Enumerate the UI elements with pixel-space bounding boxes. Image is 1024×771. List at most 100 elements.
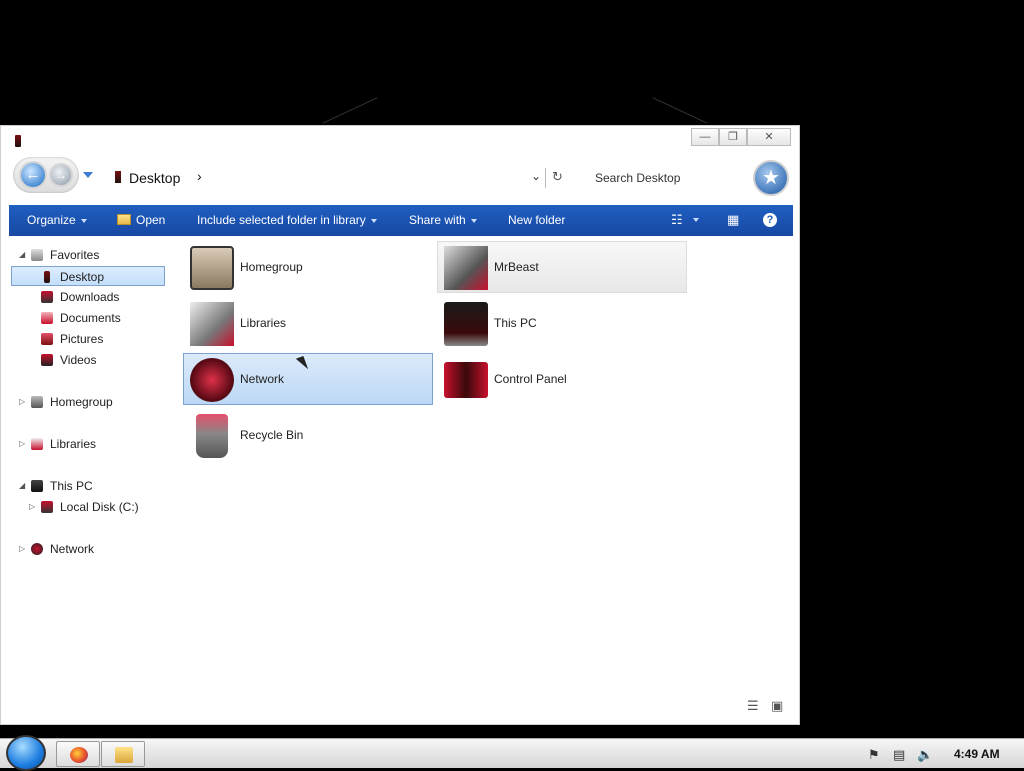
file-explorer-icon: [115, 747, 133, 763]
open-button[interactable]: Open: [117, 213, 165, 227]
open-label: Open: [136, 213, 166, 227]
network-tray-icon[interactable]: ▤: [893, 747, 905, 763]
share-with-button[interactable]: Share with: [409, 213, 477, 227]
pictures-icon: [41, 333, 53, 345]
documents-icon: [41, 312, 53, 324]
item-mrbeast[interactable]: MrBeast: [437, 241, 687, 293]
include-label: Include selected folder in library: [197, 213, 366, 227]
new-folder-button[interactable]: New folder: [508, 213, 565, 227]
expand-arrow-icon[interactable]: ▷: [29, 497, 35, 517]
nav-videos[interactable]: Videos: [11, 350, 165, 370]
videos-icon: [41, 354, 53, 366]
breadcrumb-chevron-icon[interactable]: ›: [197, 168, 202, 184]
action-center-flag-icon[interactable]: ⚑: [868, 747, 880, 763]
volume-icon[interactable]: 🔈: [917, 747, 933, 763]
help-icon[interactable]: ?: [763, 213, 777, 227]
taskbar-firefox-button[interactable]: [56, 741, 100, 767]
share-caret-icon: [470, 218, 477, 223]
organize-caret-icon: [80, 218, 87, 223]
item-control-panel[interactable]: Control Panel: [437, 353, 687, 405]
item-network[interactable]: Network: [183, 353, 433, 405]
control-panel-icon: [444, 362, 488, 398]
close-button[interactable]: ✕: [747, 128, 791, 146]
new-folder-label: New folder: [508, 213, 566, 227]
address-dropdown-icon[interactable]: ⌄: [531, 169, 541, 183]
taskbar-explorer-button[interactable]: [101, 741, 145, 767]
collapse-arrow-icon[interactable]: ◢: [19, 476, 25, 496]
search-input[interactable]: Search Desktop: [595, 171, 680, 185]
address-bar-location[interactable]: Desktop: [129, 170, 180, 186]
nav-this-pc[interactable]: ◢ This PC: [11, 476, 165, 496]
nav-pictures[interactable]: Pictures: [11, 329, 165, 349]
nav-local-disk[interactable]: ▷ Local Disk (C:): [11, 497, 165, 517]
item-mrbeast-label: MrBeast: [494, 260, 539, 274]
network-globe-icon: [190, 358, 234, 402]
nav-homegroup[interactable]: ▷ Homegroup: [11, 392, 165, 412]
network-icon: [31, 543, 43, 555]
expand-arrow-icon[interactable]: ▷: [19, 392, 25, 412]
nav-downloads[interactable]: Downloads: [11, 287, 165, 307]
collapse-arrow-icon[interactable]: ◢: [19, 245, 25, 265]
start-button[interactable]: [6, 735, 46, 771]
title-bar[interactable]: — ❐ ✕: [1, 126, 799, 152]
nav-network[interactable]: ▷ Network: [11, 539, 165, 559]
details-view-icon[interactable]: ☰: [747, 698, 759, 714]
navigation-pane: ◢ Favorites Desktop Downloads Documents …: [9, 236, 169, 716]
minimize-button[interactable]: —: [691, 128, 719, 146]
homegroup-house-icon: [190, 246, 234, 290]
expand-arrow-icon[interactable]: ▷: [19, 539, 25, 559]
forward-button[interactable]: →: [49, 163, 73, 187]
nav-this-pc-label: This PC: [50, 479, 93, 493]
libraries-icon: [31, 438, 43, 450]
nav-downloads-label: Downloads: [60, 290, 120, 304]
desktop-icon: [44, 271, 50, 283]
star-search-icon[interactable]: ★: [753, 160, 789, 196]
decor-cable-left: [322, 97, 378, 124]
hard-drive-icon: [41, 501, 53, 513]
downloads-icon: [41, 291, 53, 303]
share-label: Share with: [409, 213, 466, 227]
nav-local-disk-label: Local Disk (C:): [60, 500, 139, 514]
recent-locations-icon[interactable]: [83, 172, 93, 178]
item-control-panel-label: Control Panel: [494, 372, 567, 386]
taskbar-clock[interactable]: 4:49 AM: [954, 747, 1000, 761]
large-icons-view-icon[interactable]: ▣: [771, 698, 783, 714]
item-recycle-bin[interactable]: Recycle Bin: [183, 409, 433, 461]
organize-button[interactable]: Organize: [27, 213, 87, 227]
homegroup-icon: [31, 396, 43, 408]
refresh-icon[interactable]: ↻: [552, 169, 563, 185]
navigation-bar: ← → Desktop › ⌄ ↻ Search Desktop ★: [1, 152, 799, 204]
item-homegroup[interactable]: Homegroup: [183, 241, 433, 293]
back-button[interactable]: ←: [19, 161, 47, 189]
item-libraries[interactable]: Libraries: [183, 297, 433, 349]
desktop: — ❐ ✕ ← → Desktop › ⌄ ↻ Search Desktop ★…: [0, 0, 1024, 738]
computer-monitor-icon: [444, 302, 488, 346]
nav-desktop[interactable]: Desktop: [11, 266, 165, 286]
computer-icon: [31, 480, 43, 492]
view-caret-icon[interactable]: [693, 218, 699, 222]
item-network-label: Network: [240, 372, 285, 386]
favorites-star-icon: [31, 249, 43, 261]
item-this-pc[interactable]: This PC: [437, 297, 687, 349]
item-recycle-bin-label: Recycle Bin: [240, 428, 304, 442]
organize-label: Organize: [27, 213, 76, 227]
nav-documents[interactable]: Documents: [11, 308, 165, 328]
address-separator: [545, 168, 546, 188]
maximize-button[interactable]: ❐: [719, 128, 747, 146]
taskbar: ⚑ ▤ 🔈 4:49 AM: [0, 735, 1024, 771]
folder-app-icon: [15, 135, 21, 147]
nav-homegroup-label: Homegroup: [50, 395, 113, 409]
change-view-icon[interactable]: ☷: [671, 212, 683, 228]
nav-favorites[interactable]: ◢ Favorites: [11, 245, 165, 265]
nav-libraries-label: Libraries: [50, 437, 97, 451]
nav-videos-label: Videos: [60, 353, 97, 367]
nav-libraries[interactable]: ▷ Libraries: [11, 434, 165, 454]
item-this-pc-label: This PC: [494, 316, 537, 330]
mrbeast-folder-icon: [444, 246, 488, 290]
include-caret-icon: [370, 218, 377, 223]
file-list: Homegroup MrBeast Libraries This PC Netw…: [177, 236, 793, 696]
include-in-library-button[interactable]: Include selected folder in library: [197, 213, 377, 227]
preview-pane-icon[interactable]: ▦: [727, 212, 739, 228]
desktop-location-icon: [115, 171, 121, 183]
expand-arrow-icon[interactable]: ▷: [19, 434, 25, 454]
